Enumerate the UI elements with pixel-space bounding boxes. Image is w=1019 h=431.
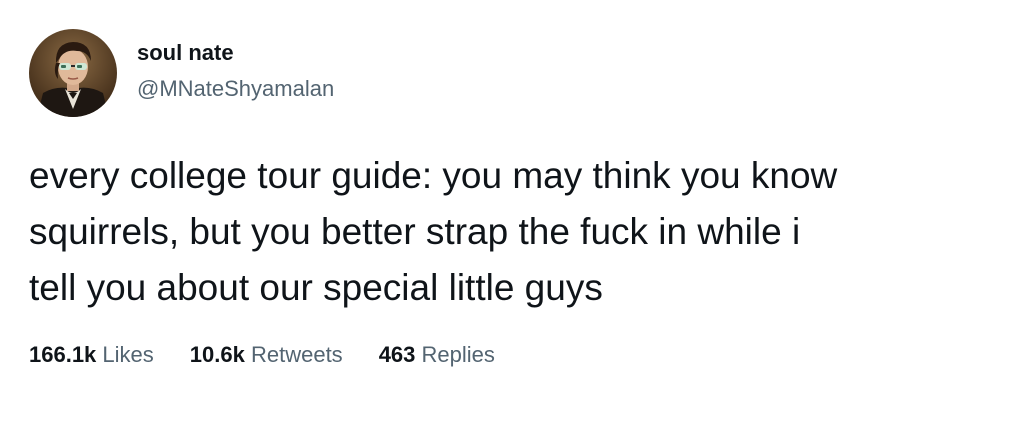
- tweet-text: every college tour guide: you may think …: [29, 148, 989, 316]
- tweet-text-line: tell you about our special little guys: [29, 267, 603, 308]
- tweet-card: soul nate @MNateShyamalan every college …: [0, 0, 1019, 431]
- tweet-text-line: squirrels, but you better strap the fuck…: [29, 211, 801, 252]
- replies-label: Replies: [421, 342, 495, 367]
- replies-stat[interactable]: 463 Replies: [379, 340, 495, 370]
- user-handle[interactable]: @MNateShyamalan: [137, 76, 334, 102]
- tweet-stats: 166.1k Likes 10.6k Retweets 463 Replies: [29, 340, 531, 370]
- likes-label: Likes: [102, 342, 154, 367]
- tweet-text-line: every college tour guide: you may think …: [29, 155, 838, 196]
- retweets-label: Retweets: [250, 342, 343, 367]
- replies-count: 463: [378, 342, 416, 367]
- display-name[interactable]: soul nate: [137, 40, 234, 66]
- avatar[interactable]: [29, 29, 117, 117]
- retweets-stat[interactable]: 10.6k Retweets: [190, 340, 343, 370]
- portrait-avatar-icon: [29, 29, 117, 117]
- likes-stat[interactable]: 166.1k Likes: [29, 340, 154, 370]
- retweets-count: 10.6k: [189, 342, 245, 367]
- likes-count: 166.1k: [29, 342, 97, 367]
